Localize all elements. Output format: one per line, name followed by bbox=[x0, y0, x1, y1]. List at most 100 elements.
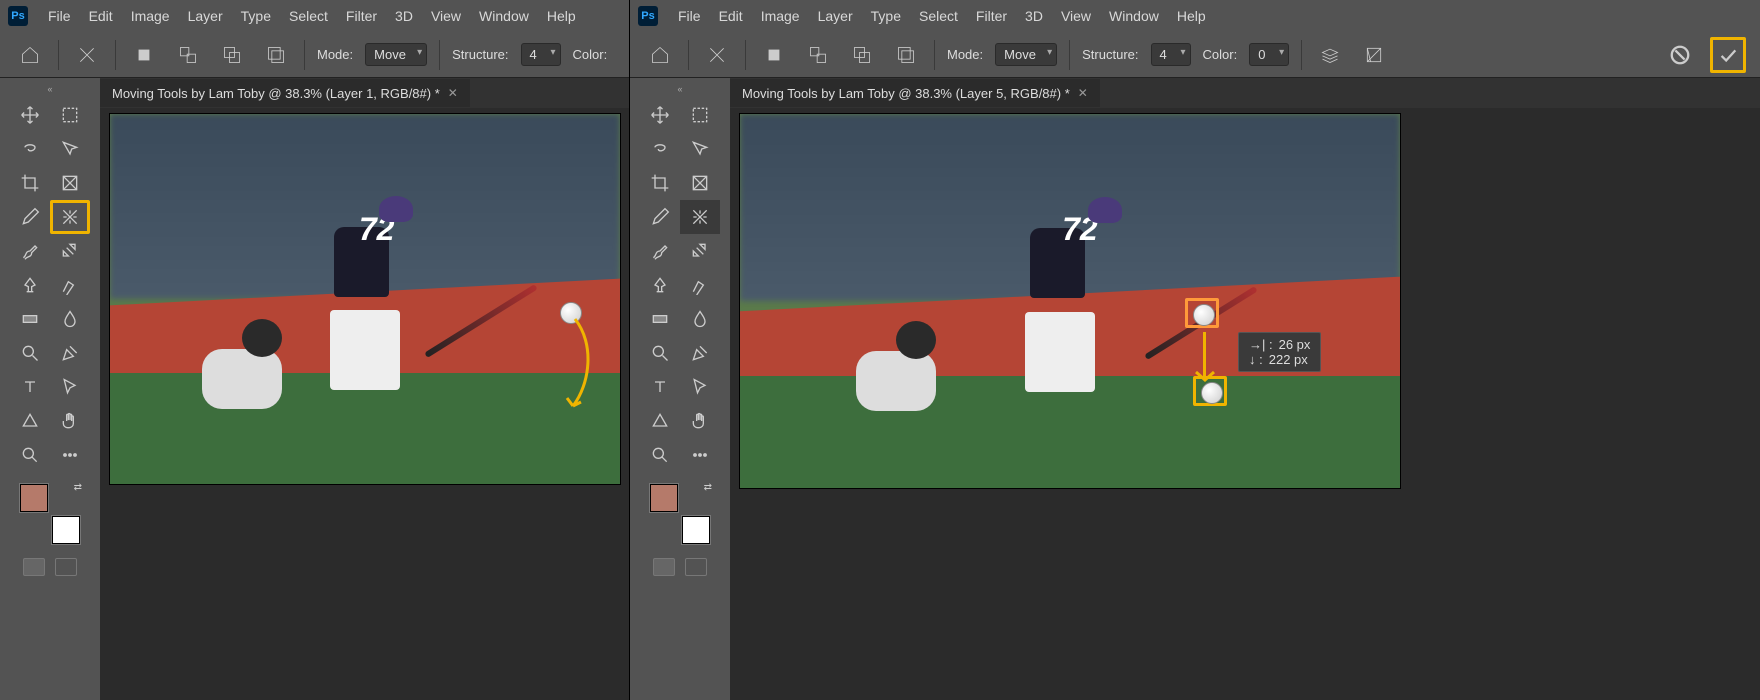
background-color[interactable] bbox=[52, 516, 80, 544]
menu-select[interactable]: Select bbox=[283, 4, 334, 28]
hand-tool[interactable] bbox=[50, 404, 90, 438]
menu-type[interactable]: Type bbox=[235, 4, 277, 28]
crop-tool[interactable] bbox=[640, 166, 680, 200]
quick-select-tool[interactable] bbox=[680, 132, 720, 166]
menu-3d[interactable]: 3D bbox=[389, 4, 419, 28]
background-color[interactable] bbox=[682, 516, 710, 544]
new-selection-icon[interactable] bbox=[128, 39, 160, 71]
menu-filter[interactable]: Filter bbox=[970, 4, 1013, 28]
color-dropdown[interactable]: 0 bbox=[1249, 43, 1289, 66]
menu-file[interactable]: File bbox=[672, 4, 707, 28]
menu-type[interactable]: Type bbox=[865, 4, 907, 28]
pen-tool[interactable] bbox=[680, 336, 720, 370]
eyedropper-tool[interactable] bbox=[10, 200, 50, 234]
home-icon[interactable] bbox=[644, 39, 676, 71]
history-brush-tool[interactable] bbox=[680, 268, 720, 302]
magnify-tool[interactable] bbox=[10, 438, 50, 472]
foreground-color[interactable] bbox=[20, 484, 48, 512]
menu-image[interactable]: Image bbox=[755, 4, 806, 28]
transform-on-drop-icon[interactable] bbox=[1358, 39, 1390, 71]
document-tab[interactable]: Moving Tools by Lam Toby @ 38.3% (Layer … bbox=[730, 79, 1100, 107]
close-icon[interactable]: ✕ bbox=[448, 86, 458, 100]
menu-select[interactable]: Select bbox=[913, 4, 964, 28]
type-tool[interactable] bbox=[640, 370, 680, 404]
add-selection-icon[interactable] bbox=[802, 39, 834, 71]
menu-window[interactable]: Window bbox=[473, 4, 535, 28]
quickmask-mode-icon[interactable] bbox=[55, 558, 77, 576]
menu-help[interactable]: Help bbox=[1171, 4, 1212, 28]
quick-select-tool[interactable] bbox=[50, 132, 90, 166]
content-aware-move-tool[interactable] bbox=[680, 200, 720, 234]
menu-edit[interactable]: Edit bbox=[713, 4, 749, 28]
quickmask-mode-icon[interactable] bbox=[685, 558, 707, 576]
type-tool[interactable] bbox=[10, 370, 50, 404]
history-brush-tool[interactable] bbox=[50, 268, 90, 302]
eyedropper-tool[interactable] bbox=[640, 200, 680, 234]
mode-dropdown[interactable]: Move bbox=[995, 43, 1057, 66]
tool-preset-icon[interactable] bbox=[71, 39, 103, 71]
marquee-tool[interactable] bbox=[680, 98, 720, 132]
move-tool[interactable] bbox=[640, 98, 680, 132]
menu-image[interactable]: Image bbox=[125, 4, 176, 28]
menu-3d[interactable]: 3D bbox=[1019, 4, 1049, 28]
frame-tool[interactable] bbox=[680, 166, 720, 200]
menu-view[interactable]: View bbox=[1055, 4, 1097, 28]
sample-all-layers-icon[interactable] bbox=[1314, 39, 1346, 71]
frame-tool[interactable] bbox=[50, 166, 90, 200]
shape-tool[interactable] bbox=[640, 404, 680, 438]
menu-layer[interactable]: Layer bbox=[182, 4, 229, 28]
path-select-tool[interactable] bbox=[680, 370, 720, 404]
magnify-tool[interactable] bbox=[640, 438, 680, 472]
commit-transform-icon[interactable] bbox=[1710, 37, 1746, 73]
source-selection[interactable] bbox=[1185, 298, 1219, 328]
brush-tool[interactable] bbox=[640, 234, 680, 268]
zoom-tool[interactable] bbox=[10, 336, 50, 370]
intersect-selection-icon[interactable] bbox=[890, 39, 922, 71]
menu-window[interactable]: Window bbox=[1103, 4, 1165, 28]
color-swatches[interactable]: ⇄ bbox=[650, 484, 710, 544]
menu-help[interactable]: Help bbox=[541, 4, 582, 28]
zoom-tool[interactable] bbox=[640, 336, 680, 370]
content-aware-move-tool[interactable] bbox=[50, 200, 90, 234]
target-selection[interactable] bbox=[1193, 376, 1227, 406]
standard-mode-icon[interactable] bbox=[23, 558, 45, 576]
pen-tool[interactable] bbox=[50, 336, 90, 370]
standard-mode-icon[interactable] bbox=[653, 558, 675, 576]
healing-tool[interactable] bbox=[50, 234, 90, 268]
foreground-color[interactable] bbox=[650, 484, 678, 512]
structure-dropdown[interactable]: 4 bbox=[521, 43, 561, 66]
collapse-toolbar-icon[interactable]: « bbox=[666, 84, 694, 94]
add-selection-icon[interactable] bbox=[172, 39, 204, 71]
new-selection-icon[interactable] bbox=[758, 39, 790, 71]
menu-view[interactable]: View bbox=[425, 4, 467, 28]
menu-edit[interactable]: Edit bbox=[83, 4, 119, 28]
clone-tool[interactable] bbox=[10, 268, 50, 302]
subtract-selection-icon[interactable] bbox=[216, 39, 248, 71]
edit-toolbar-icon[interactable] bbox=[50, 438, 90, 472]
healing-tool[interactable] bbox=[680, 234, 720, 268]
hand-tool[interactable] bbox=[680, 404, 720, 438]
home-icon[interactable] bbox=[14, 39, 46, 71]
canvas[interactable]: 72 bbox=[100, 108, 629, 700]
menu-layer[interactable]: Layer bbox=[812, 4, 859, 28]
menu-file[interactable]: File bbox=[42, 4, 77, 28]
move-tool[interactable] bbox=[10, 98, 50, 132]
document-tab[interactable]: Moving Tools by Lam Toby @ 38.3% (Layer … bbox=[100, 79, 470, 107]
collapse-toolbar-icon[interactable]: « bbox=[36, 84, 64, 94]
swap-colors-icon[interactable]: ⇄ bbox=[74, 482, 82, 493]
path-select-tool[interactable] bbox=[50, 370, 90, 404]
lasso-tool[interactable] bbox=[10, 132, 50, 166]
shape-tool[interactable] bbox=[10, 404, 50, 438]
intersect-selection-icon[interactable] bbox=[260, 39, 292, 71]
subtract-selection-icon[interactable] bbox=[846, 39, 878, 71]
canvas[interactable]: 72 bbox=[730, 108, 1760, 700]
menu-filter[interactable]: Filter bbox=[340, 4, 383, 28]
crop-tool[interactable] bbox=[10, 166, 50, 200]
close-icon[interactable]: ✕ bbox=[1078, 86, 1088, 100]
marquee-tool[interactable] bbox=[50, 98, 90, 132]
cancel-transform-icon[interactable] bbox=[1662, 37, 1698, 73]
gradient-tool[interactable] bbox=[640, 302, 680, 336]
edit-toolbar-icon[interactable] bbox=[680, 438, 720, 472]
clone-tool[interactable] bbox=[640, 268, 680, 302]
tool-preset-icon[interactable] bbox=[701, 39, 733, 71]
